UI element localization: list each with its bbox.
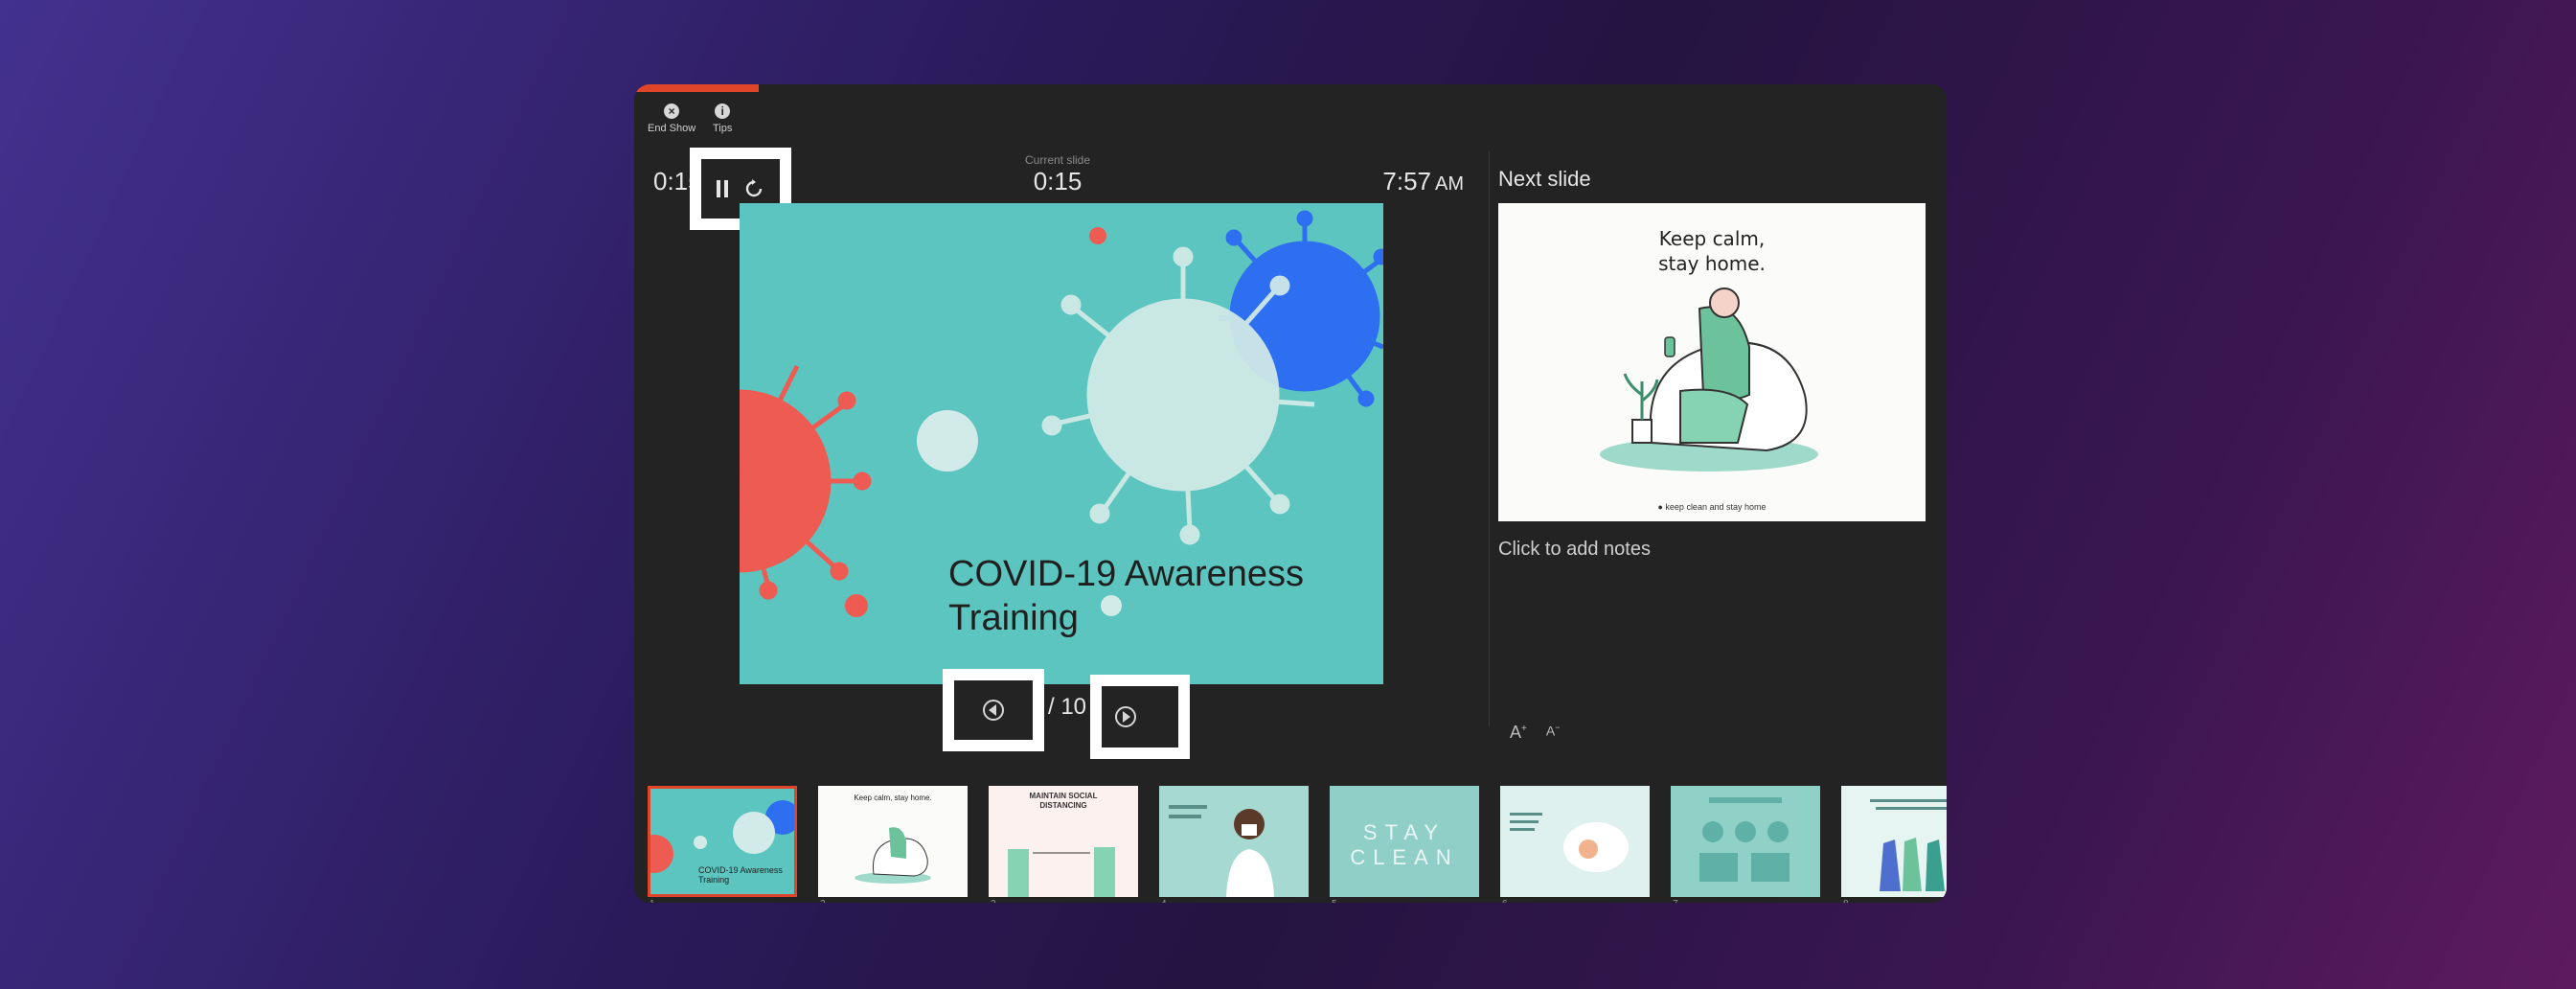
pause-icon[interactable] xyxy=(717,180,728,197)
thumbnail-4-image xyxy=(1159,786,1309,897)
thumbnail-slide-4[interactable] xyxy=(1159,786,1309,897)
previous-arrow-icon xyxy=(983,700,1004,721)
next-slide-button[interactable] xyxy=(1090,675,1190,759)
thumbnail-1-text: COVID-19 Awareness Training xyxy=(698,865,783,885)
thumbnail-slide-7[interactable] xyxy=(1671,786,1820,897)
slideshow-progress-bar xyxy=(634,84,759,92)
tips-label: Tips xyxy=(713,123,733,134)
end-show-label: End Show xyxy=(648,123,696,134)
thumbnail-num: 6 xyxy=(1502,899,1508,903)
slide-counter: / 10 xyxy=(1048,694,1087,720)
thumbnail-num: 2 xyxy=(820,899,826,903)
thumbnail-slide-3[interactable]: MAINTAIN SOCIAL DISTANCING xyxy=(989,786,1138,897)
thumbnail-slide-8[interactable] xyxy=(1841,786,1947,897)
restart-icon[interactable] xyxy=(743,178,764,199)
thumbnail-slide-5[interactable]: STAY CLEAN xyxy=(1330,786,1479,897)
increase-font-button[interactable]: A+ xyxy=(1510,723,1527,743)
thumbnail-2-image xyxy=(855,827,931,884)
current-slide-timer: 0:15 xyxy=(1033,167,1083,196)
tips-button[interactable]: i Tips xyxy=(713,104,732,134)
thumbnail-num: 8 xyxy=(1843,899,1849,903)
decrease-font-button[interactable]: A− xyxy=(1546,723,1561,743)
current-slide-preview[interactable]: COVID-19 Awareness Training xyxy=(740,203,1383,684)
clock-ampm: AM xyxy=(1435,173,1464,195)
next-slide-preview[interactable]: Keep calm, stay home. ● keep clean and s… xyxy=(1498,203,1926,521)
info-icon: i xyxy=(715,104,731,119)
thumbnail-slide-6[interactable] xyxy=(1500,786,1650,897)
thumbnail-6-image xyxy=(1500,786,1650,897)
next-slide-label: Next slide xyxy=(1498,167,1591,191)
clock: 7:57 AM xyxy=(1382,167,1464,196)
thumbnail-num: 3 xyxy=(991,899,996,903)
next-arrow-icon xyxy=(1115,706,1136,727)
slide-thumbnail-strip[interactable]: COVID-19 Awareness Training 1 Keep calm,… xyxy=(634,767,1947,903)
close-circle-icon: × xyxy=(664,104,680,119)
notes-input[interactable]: Click to add notes xyxy=(1498,539,1651,561)
presenter-window: × End Show i Tips 0:15 Current slide 0:1… xyxy=(634,84,1947,903)
thumbnail-8-image xyxy=(1841,786,1947,897)
person-on-beanbag-illustration xyxy=(1600,288,1818,472)
font-size-controls: A+ A− xyxy=(1510,723,1560,743)
current-slide-label: Current slide xyxy=(1024,153,1091,167)
thumbnail-7-image xyxy=(1671,786,1820,897)
pane-divider[interactable] xyxy=(1489,151,1490,726)
next-slide-footer: ● keep clean and stay home xyxy=(1657,502,1767,512)
end-show-button[interactable]: × End Show xyxy=(648,104,695,134)
thumbnail-3-image xyxy=(1008,847,1115,897)
clock-time: 7:57 xyxy=(1382,167,1431,196)
thumbnail-num: 7 xyxy=(1673,899,1678,903)
previous-slide-button[interactable] xyxy=(943,669,1044,751)
thumbnail-num: 1 xyxy=(650,899,655,903)
thumbnail-5-text: STAY CLEAN xyxy=(1350,820,1459,869)
thumbnail-slide-1[interactable]: COVID-19 Awareness Training xyxy=(648,786,797,897)
thumbnail-num: 4 xyxy=(1161,899,1167,903)
current-slide-title: COVID-19 Awareness Training xyxy=(948,554,1305,638)
thumbnail-num: 5 xyxy=(1332,899,1337,903)
thumbnail-slide-2[interactable]: Keep calm, stay home. xyxy=(818,786,968,897)
